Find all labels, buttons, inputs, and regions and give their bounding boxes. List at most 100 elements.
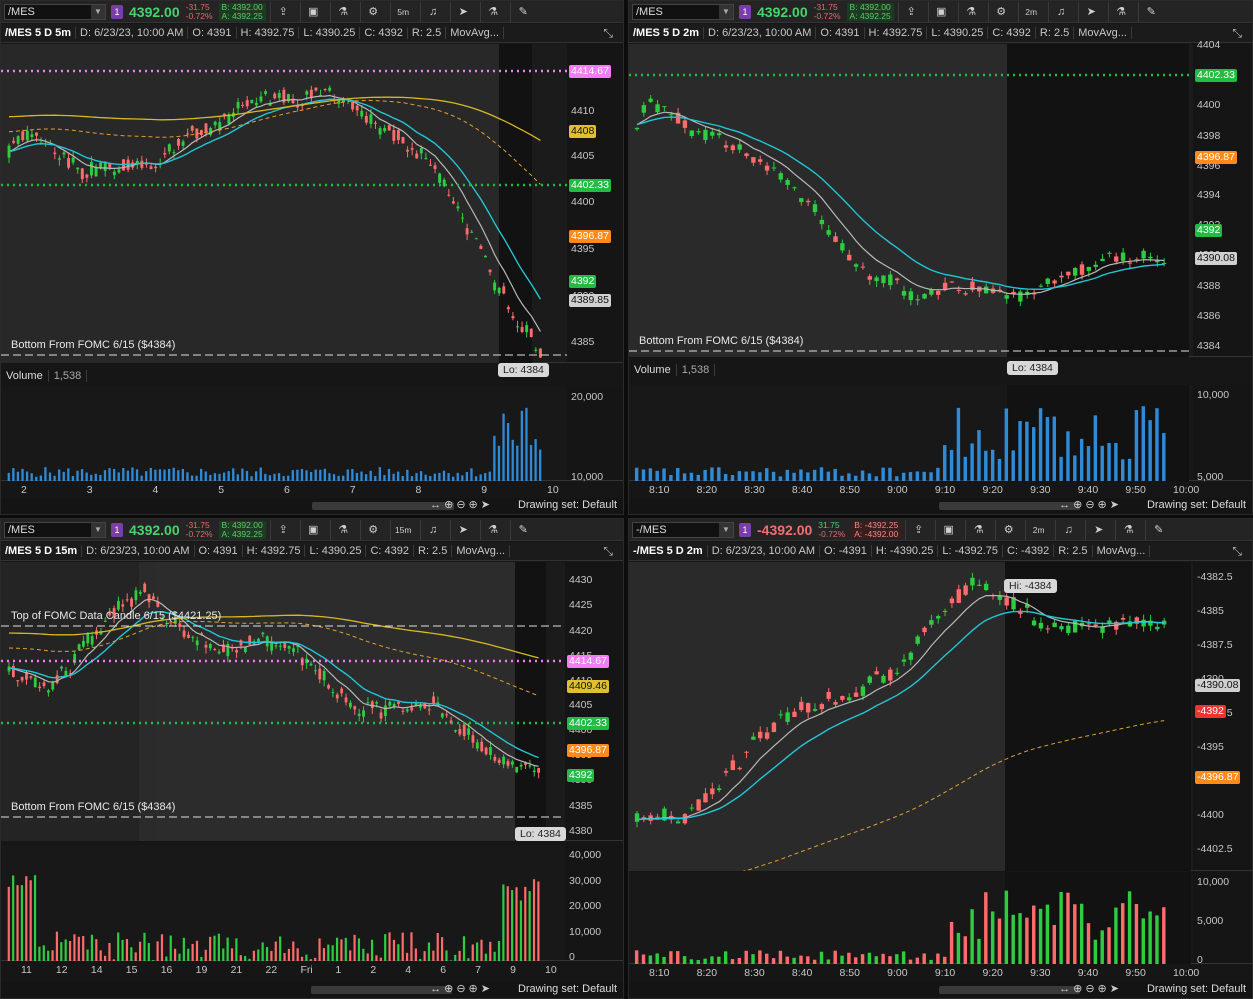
level-annotation[interactable]: Top of FOMC Data Candle 6/15 ($4421.25): [11, 610, 221, 622]
drawing-set-label[interactable]: Drawing set: Default: [1147, 983, 1246, 995]
drawing-icon[interactable]: ✎: [1145, 519, 1171, 540]
volume-plot[interactable]: 10,000 5,000: [629, 385, 1252, 483]
calendar-icon[interactable]: ▣: [299, 1, 326, 22]
x-tick-label: 14: [90, 964, 103, 976]
symbol-input[interactable]: /MES ▼: [632, 3, 734, 20]
zoom-controls[interactable]: ↔⊕⊖⊕➤: [430, 498, 493, 511]
zoom-controls[interactable]: ↔⊕⊖⊕➤: [1059, 982, 1122, 995]
price-axis[interactable]: 4430442544204415441044054400439543904385…: [565, 562, 623, 840]
price-plot[interactable]: 4430442544204415441044054400439543904385…: [1, 562, 623, 841]
studies-icon[interactable]: ⚗: [479, 1, 506, 22]
cursor-icon[interactable]: ➤: [1077, 1, 1104, 22]
ask-value: A: -4392.00: [854, 528, 899, 539]
timeframe-button[interactable]: 5m: [389, 1, 416, 22]
share-icon[interactable]: ⇪: [269, 519, 296, 540]
gear-icon[interactable]: ⚙: [359, 1, 386, 22]
volume-tick-label: 20,000: [569, 900, 602, 912]
price-axis[interactable]: 4410440544004395439043854414.6744084402.…: [567, 44, 623, 362]
chart-title: /MES 5 D 2m: [629, 27, 705, 39]
drawing-icon[interactable]: ✎: [509, 519, 536, 540]
timeframe-button[interactable]: 15m: [389, 519, 416, 540]
cursor-icon[interactable]: ➤: [449, 519, 476, 540]
timeframe-button[interactable]: 2m: [1017, 1, 1044, 22]
volume-plot[interactable]: 10,000 5,000 0: [629, 872, 1252, 966]
study-label[interactable]: MovAvg...: [446, 27, 504, 39]
chevron-down-icon[interactable]: ▼: [91, 522, 105, 537]
drawing-set-label[interactable]: Drawing set: Default: [518, 499, 617, 511]
x-tick-label: 9:00: [887, 484, 908, 496]
flask-icon[interactable]: ⚗: [329, 519, 356, 540]
collapse-icon[interactable]: ⤡: [1228, 26, 1246, 41]
x-tick-label: 6: [284, 484, 290, 496]
link-group-icon[interactable]: 1: [111, 4, 123, 19]
flask-icon[interactable]: ⚗: [329, 1, 356, 22]
style-icon[interactable]: ♫: [419, 1, 446, 22]
drawing-set-label[interactable]: Drawing set: Default: [1147, 499, 1246, 511]
timeframe-button[interactable]: 2m: [1025, 519, 1051, 540]
collapse-icon[interactable]: ⤡: [1228, 544, 1246, 559]
drawing-set-label[interactable]: Drawing set: Default: [518, 983, 617, 995]
x-tick-label: 10:00: [1173, 484, 1200, 496]
symbol-input[interactable]: /MES ▼: [4, 3, 106, 20]
cursor-icon[interactable]: ➤: [1085, 519, 1111, 540]
calendar-icon[interactable]: ▣: [935, 519, 961, 540]
style-icon[interactable]: ♫: [1047, 1, 1074, 22]
drawing-icon[interactable]: ✎: [1137, 1, 1164, 22]
gear-icon[interactable]: ⚙: [995, 519, 1021, 540]
collapse-icon[interactable]: ⤡: [599, 544, 617, 559]
study-label[interactable]: MovAvg...: [452, 545, 511, 557]
share-icon[interactable]: ⇪: [905, 519, 931, 540]
price-axis[interactable]: -4382.5-4385-4387.5-4390-4392.5-4395-439…: [1193, 562, 1252, 870]
drawing-icon[interactable]: ✎: [509, 1, 536, 22]
zoom-controls[interactable]: ↔⊕⊖⊕➤: [1059, 498, 1122, 511]
time-axis[interactable]: 8:10 8:20 8:30 8:40 8:50 9:00 9:10 9:20 9:30 9:40…: [629, 483, 1252, 499]
price-axis[interactable]: 4404440244004398439643944392439043884386…: [1193, 39, 1252, 356]
x-tick-label: 9:40: [1077, 967, 1099, 979]
calendar-icon[interactable]: ▣: [927, 1, 954, 22]
study-label[interactable]: MovAvg...: [1093, 545, 1151, 557]
symbol-input[interactable]: /MES ▼: [4, 521, 106, 538]
cursor-icon[interactable]: ➤: [449, 1, 476, 22]
price-plot[interactable]: -4382.5-4385-4387.5-4390-4392.5-4395-439…: [629, 562, 1252, 871]
flask-icon[interactable]: ⚗: [965, 519, 991, 540]
x-tick-label: 5: [218, 484, 225, 496]
studies-icon[interactable]: ⚗: [1107, 1, 1134, 22]
flask-icon[interactable]: ⚗: [957, 1, 984, 22]
chart-pane-tl: /MES ▼ 1 4392.00 -31.75 -0.72% B: 4392.00 A: 43…: [0, 0, 624, 515]
level-annotation[interactable]: Bottom From FOMC 6/15 ($4384): [639, 335, 803, 347]
volume-plot[interactable]: 20,000 10,000: [1, 387, 623, 483]
study-label[interactable]: MovAvg...: [1074, 27, 1132, 39]
collapse-icon[interactable]: ⤡: [599, 26, 617, 41]
price-plot[interactable]: 4410440544004395439043854414.6744084402.…: [1, 44, 623, 377]
link-group-icon[interactable]: 1: [111, 522, 123, 537]
studies-icon[interactable]: ⚗: [479, 519, 506, 540]
share-icon[interactable]: ⇪: [269, 1, 296, 22]
share-icon[interactable]: ⇪: [897, 1, 924, 22]
time-axis[interactable]: 11 12 14 15 16 19 21 22 Fri 1 2 4 6 7 9 10: [1, 963, 623, 979]
chevron-down-icon[interactable]: ▼: [91, 4, 105, 19]
style-icon[interactable]: ♫: [419, 519, 446, 540]
x-tick-label: 9:30: [1030, 484, 1051, 496]
chevron-down-icon[interactable]: ▼: [719, 4, 733, 19]
symbol-input[interactable]: -/MES ▼: [632, 521, 734, 538]
time-axis[interactable]: 2 3 4 5 6 7 8 9 10: [1, 483, 623, 499]
level-annotation[interactable]: Bottom From FOMC 6/15 ($4384): [11, 801, 175, 813]
link-group-icon[interactable]: 1: [739, 522, 751, 537]
gear-icon[interactable]: ⚙: [987, 1, 1014, 22]
price-plot[interactable]: 4404440244004398439643944392439043884386…: [629, 39, 1252, 375]
price-chart-canvas: [1, 44, 567, 363]
level-annotation[interactable]: Bottom From FOMC 6/15 ($4384): [11, 339, 175, 351]
time-axis[interactable]: 8:10 8:20 8:30 8:40 8:50 9:00 9:10 9:20 9:30 9:40…: [629, 966, 1252, 982]
volume-plot[interactable]: 40,000 30,000 20,000 10,000 0: [1, 845, 623, 963]
price-tag: 4392: [567, 769, 595, 782]
change-percent: -0.72%: [813, 10, 841, 21]
calendar-icon[interactable]: ▣: [299, 519, 326, 540]
link-group-icon[interactable]: 1: [739, 4, 751, 19]
x-tick-label: 8:30: [744, 967, 765, 979]
style-icon[interactable]: ♫: [1055, 519, 1081, 540]
gear-icon[interactable]: ⚙: [359, 519, 386, 540]
chevron-down-icon[interactable]: ▼: [719, 522, 733, 537]
studies-icon[interactable]: ⚗: [1115, 519, 1141, 540]
symbol-text: /MES: [8, 523, 35, 536]
zoom-controls[interactable]: ↔⊕⊖⊕➤: [430, 982, 493, 995]
